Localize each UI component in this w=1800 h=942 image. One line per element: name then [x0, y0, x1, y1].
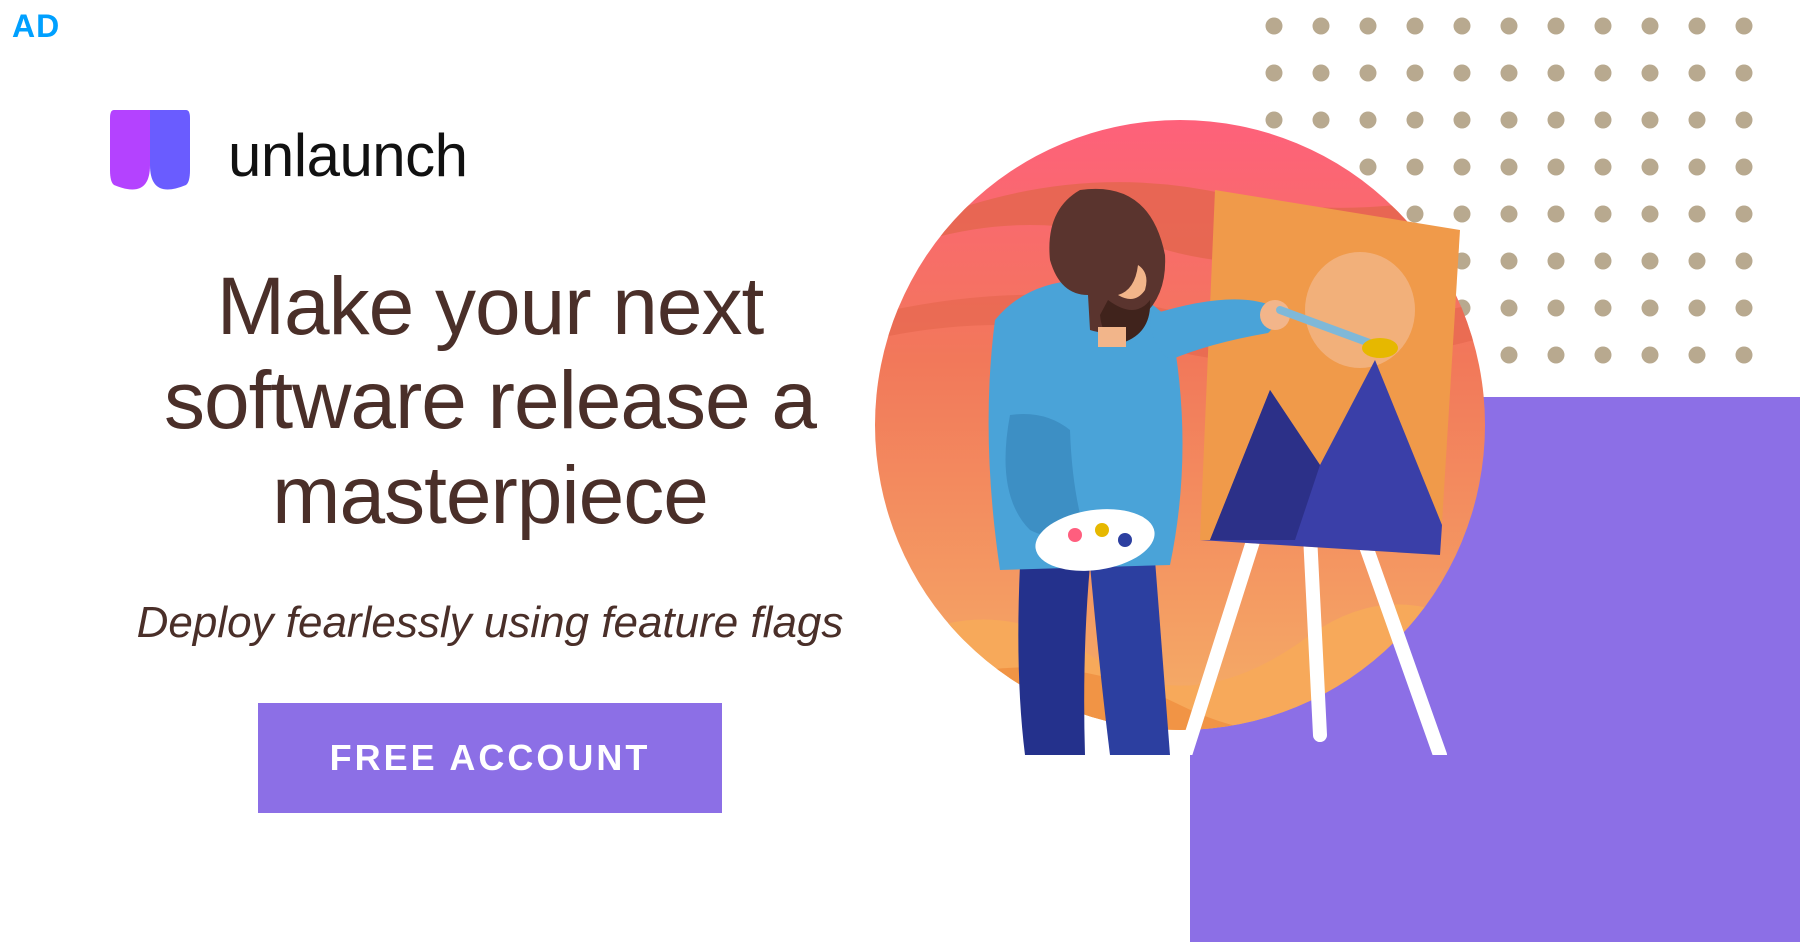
painter-illustration — [850, 95, 1510, 755]
headline: Make your next software release a master… — [100, 260, 880, 543]
subtitle: Deploy fearlessly using feature flags — [137, 598, 844, 648]
brand-name: unlaunch — [228, 121, 468, 190]
unlaunch-logo-icon — [110, 110, 190, 200]
brand-row: unlaunch — [110, 110, 468, 200]
ad-badge: AD — [12, 8, 60, 45]
free-account-button[interactable]: FREE ACCOUNT — [258, 703, 723, 813]
